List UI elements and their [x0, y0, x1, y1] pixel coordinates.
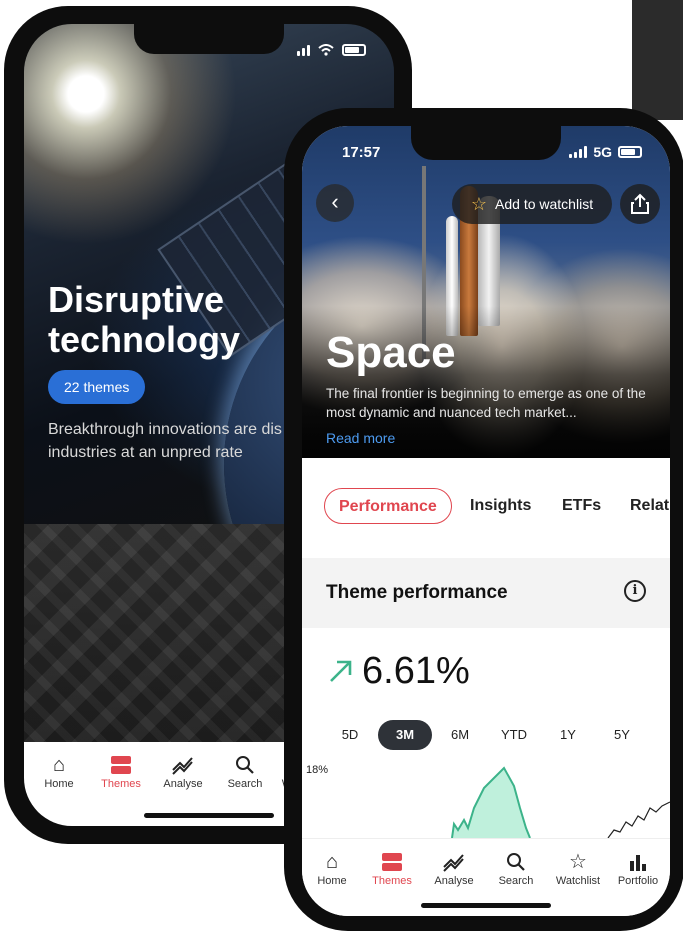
add-to-watchlist-button[interactable]: ☆ Add to watchlist [452, 184, 612, 224]
analyse-icon [424, 849, 484, 875]
tab-etfs[interactable]: ETFs [562, 488, 601, 524]
performance-summary: 6.61% [328, 646, 470, 696]
portfolio-icon [608, 849, 668, 875]
chart-line-tail [607, 801, 670, 839]
period-3m[interactable]: 3M [378, 720, 432, 750]
themes-count-badge[interactable]: 22 themes [48, 370, 146, 404]
battery-icon [342, 44, 366, 56]
tab-label: Analyse [163, 778, 203, 790]
star-icon: ☆ [470, 193, 488, 214]
period-6m[interactable]: 6M [440, 720, 480, 750]
period-5d[interactable]: 5D [330, 720, 370, 750]
status-time: 17:57 [342, 144, 381, 161]
signal-icon [569, 146, 588, 158]
marketing-stage: Disruptive technology 22 themes Breakthr… [0, 0, 683, 931]
tab-search[interactable]: Search [214, 752, 276, 790]
tab-home[interactable]: ⌂ Home [302, 849, 362, 887]
section-header: Theme performance i [302, 558, 670, 628]
section-tabs: Performance Insights ETFs Relat [302, 478, 670, 530]
tab-search[interactable]: Search [486, 849, 546, 887]
tab-themes[interactable]: Themes [90, 752, 152, 790]
y-axis-label: 18% [306, 764, 329, 776]
themes-icon [362, 849, 422, 875]
tab-label: Watchlist [555, 875, 601, 887]
status-bar [297, 44, 366, 56]
tab-themes[interactable]: Themes [362, 849, 422, 887]
bottom-tab-bar: ⌂ Home Themes Analyse [302, 838, 670, 916]
tab-analyse[interactable]: Analyse [424, 849, 484, 887]
performance-value: 6.61% [362, 649, 470, 692]
section-title: Theme performance [326, 582, 508, 603]
themes-icon [90, 752, 152, 778]
notch [411, 126, 561, 160]
star-icon: ☆ [569, 851, 587, 873]
front-phone-screen: 17:57 5G ‹ ☆ Add to watchlist Space The … [302, 126, 670, 916]
home-icon: ⌂ [325, 851, 339, 873]
tab-watchlist[interactable]: ☆ Watchlist [548, 849, 608, 887]
home-indicator [144, 813, 274, 818]
front-phone: 17:57 5G ‹ ☆ Add to watchlist Space The … [284, 108, 683, 931]
search-icon [214, 752, 276, 778]
performance-chart-plot [451, 766, 670, 839]
period-5y[interactable]: 5Y [602, 720, 642, 750]
info-icon[interactable]: i [624, 580, 646, 602]
share-icon [631, 193, 649, 214]
tab-analyse[interactable]: Analyse [152, 752, 214, 790]
period-selector: 5D 3M 6M YTD 1Y 5Y [302, 720, 670, 750]
period-ytd[interactable]: YTD [494, 720, 534, 750]
share-button[interactable] [620, 184, 660, 224]
background-panel [632, 0, 683, 120]
tab-label: Home [317, 875, 347, 887]
network-type: 5G [593, 144, 612, 160]
home-icon: ⌂ [52, 754, 66, 776]
performance-chart: 18% [302, 758, 670, 839]
tab-portfolio[interactable]: Portfolio [608, 849, 668, 887]
tab-related[interactable]: Relat [630, 488, 669, 524]
theme-description: The final frontier is beginning to emerg… [326, 386, 646, 420]
home-indicator [421, 903, 551, 908]
period-1y[interactable]: 1Y [548, 720, 588, 750]
arrow-up-right-icon [330, 660, 352, 682]
chevron-left-icon: ‹ [331, 189, 339, 214]
tab-label: Themes [372, 875, 412, 887]
status-indicators: 5G [569, 144, 642, 160]
tab-label: Portfolio [617, 875, 659, 887]
tab-home[interactable]: ⌂ Home [28, 752, 90, 790]
read-more-link[interactable]: Read more [326, 430, 395, 446]
tab-performance[interactable]: Performance [324, 488, 452, 524]
tab-label: Search [498, 875, 534, 887]
signal-icon [297, 44, 310, 56]
notch [134, 24, 284, 54]
tab-label: Search [227, 778, 263, 790]
watchlist-button-label: Add to watchlist [495, 196, 594, 212]
tab-label: Home [44, 778, 74, 790]
tab-label: Analyse [434, 875, 474, 887]
tab-insights[interactable]: Insights [470, 488, 531, 524]
analyse-icon [152, 752, 214, 778]
wifi-icon [318, 44, 334, 56]
battery-icon [618, 146, 642, 158]
tab-label: Themes [101, 778, 141, 790]
search-icon [486, 849, 546, 875]
back-button[interactable]: ‹ [316, 184, 354, 222]
theme-title: Space [326, 328, 456, 377]
